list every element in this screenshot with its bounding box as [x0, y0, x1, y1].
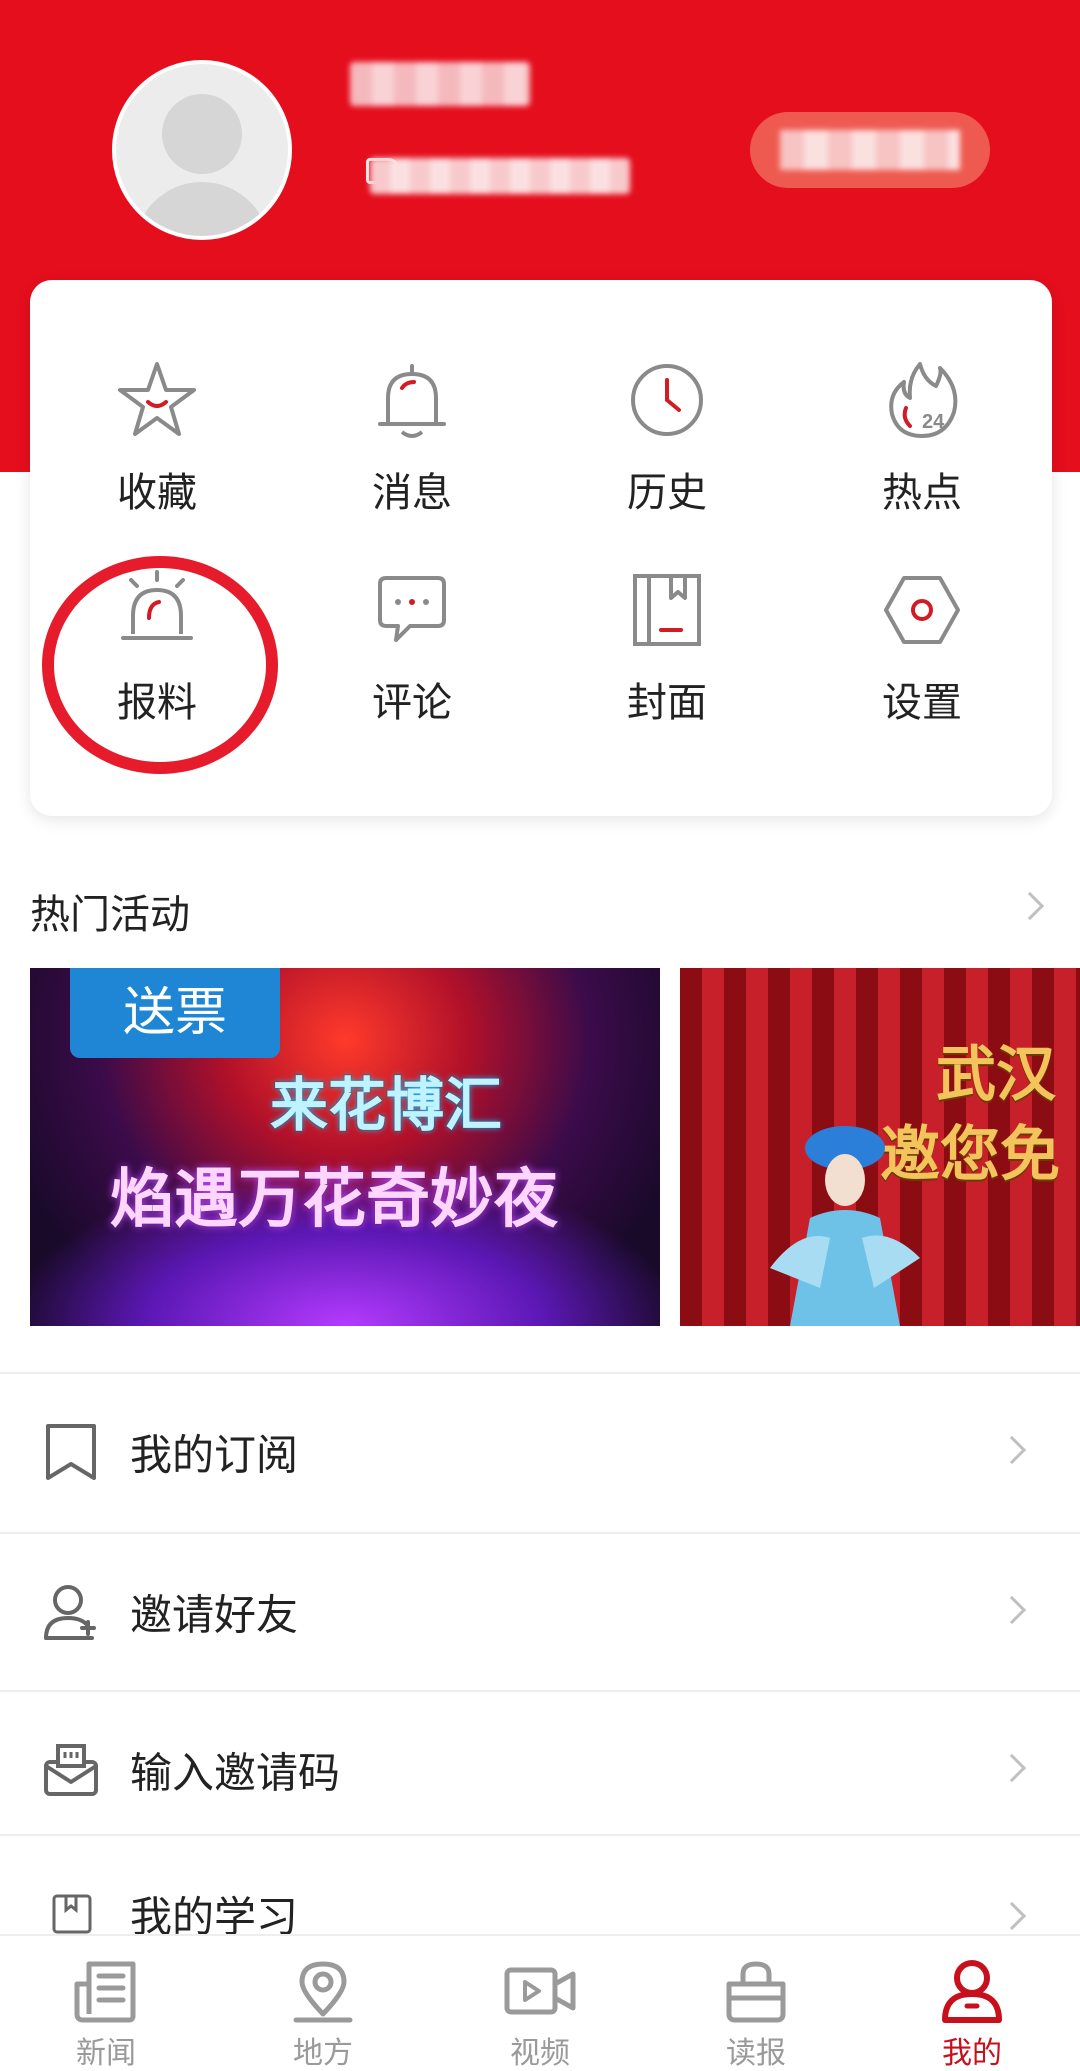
tab-label: 我的 — [942, 2036, 1002, 2071]
ticket-tag: 送票 — [70, 968, 280, 1058]
banner-title-line1: 武汉 — [936, 1040, 1056, 1110]
bookmark-icon — [46, 1424, 96, 1480]
avatar-head-shape — [162, 94, 242, 174]
flame-24-icon: 24 — [889, 362, 958, 438]
list-item-enter-invite-code[interactable]: 输入邀请码 — [0, 1692, 1080, 1848]
video-icon — [504, 1967, 576, 2015]
tab-mine[interactable]: 我的 — [902, 1958, 1042, 2071]
tab-label: 新闻 — [76, 2036, 136, 2071]
avatar[interactable] — [112, 60, 292, 240]
banner-title-line2: 焰遇万花奇妙夜 — [110, 1162, 558, 1237]
menu-item-hot[interactable]: 24 热点 — [822, 358, 1022, 538]
section-title-hot-activities: 热门活动 — [30, 892, 190, 938]
bell-icon — [378, 364, 446, 438]
menu-item-label: 收藏 — [117, 470, 197, 516]
tab-video[interactable]: 视频 — [470, 1958, 610, 2071]
location-icon — [293, 1961, 353, 2023]
bottom-tab-bar: 新闻 地方 视频 读报 我的 — [0, 1934, 1080, 2071]
read-paper-icon — [726, 1961, 786, 2023]
menu-item-label: 评论 — [372, 680, 452, 726]
avatar-body-shape — [134, 182, 270, 236]
menu-item-label: 历史 — [627, 470, 707, 516]
menu-item-label: 设置 — [882, 680, 962, 726]
list-item-my-study[interactable]: 我的学习 — [0, 1836, 1080, 1942]
redacted-header-button[interactable] — [750, 112, 990, 188]
menu-item-cover[interactable]: 封面 — [567, 568, 767, 748]
redacted-button-label — [780, 130, 960, 170]
highlight-circle-annotation — [42, 556, 278, 774]
redacted-username — [350, 62, 530, 106]
study-book-icon — [52, 1894, 92, 1934]
menu-item-label: 封面 — [627, 680, 707, 726]
menu-item-comments[interactable]: 评论 — [312, 568, 512, 748]
list-item-subscriptions[interactable]: 我的订阅 — [0, 1374, 1080, 1530]
menu-item-favorites[interactable]: 收藏 — [57, 358, 257, 538]
redacted-user-info — [370, 158, 630, 194]
book-cover-icon — [633, 574, 701, 646]
list-item-label: 我的订阅 — [130, 1430, 299, 1480]
tab-local[interactable]: 地方 — [253, 1958, 393, 2071]
menu-item-settings[interactable]: 设置 — [822, 568, 1022, 748]
chevron-right-icon — [997, 1435, 1027, 1465]
tab-label: 视频 — [510, 2036, 570, 2071]
clock-icon — [631, 364, 703, 436]
chevron-right-icon — [997, 1753, 1027, 1783]
chevron-right-icon — [997, 1901, 1027, 1931]
menu-item-messages[interactable]: 消息 — [312, 358, 512, 538]
star-icon — [118, 362, 196, 436]
chevron-right-icon — [997, 1595, 1027, 1625]
profile-icon — [942, 1960, 1002, 2023]
tab-news[interactable]: 新闻 — [36, 1958, 176, 2071]
chat-bubble-icon — [378, 576, 446, 642]
hot-badge-text: 24 — [922, 411, 945, 433]
tab-label: 地方 — [293, 2036, 353, 2071]
activity-banner-2[interactable]: 武汉 邀您免 — [680, 968, 1080, 1326]
list-item-label: 邀请好友 — [130, 1590, 299, 1640]
add-user-icon — [44, 1585, 96, 1640]
puppet-illustration — [770, 1126, 920, 1326]
banner-title-line1: 来花博汇 — [270, 1071, 503, 1139]
list-item-label: 输入邀请码 — [130, 1748, 341, 1798]
chevron-right-icon[interactable] — [1015, 891, 1045, 921]
menu-item-history[interactable]: 历史 — [567, 358, 767, 538]
envelope-code-icon — [44, 1744, 98, 1796]
tab-read-paper[interactable]: 读报 — [686, 1958, 826, 2071]
list-item-invite-friends[interactable]: 邀请好友 — [0, 1534, 1080, 1690]
menu-item-label: 消息 — [372, 470, 452, 516]
menu-item-label: 热点 — [882, 470, 962, 516]
hexagon-gear-icon — [884, 576, 960, 644]
newspaper-icon — [74, 1961, 136, 2023]
activity-banner-1[interactable]: 送票 来花博汇 焰遇万花奇妙夜 — [30, 968, 660, 1326]
tab-label: 读报 — [726, 2036, 786, 2071]
